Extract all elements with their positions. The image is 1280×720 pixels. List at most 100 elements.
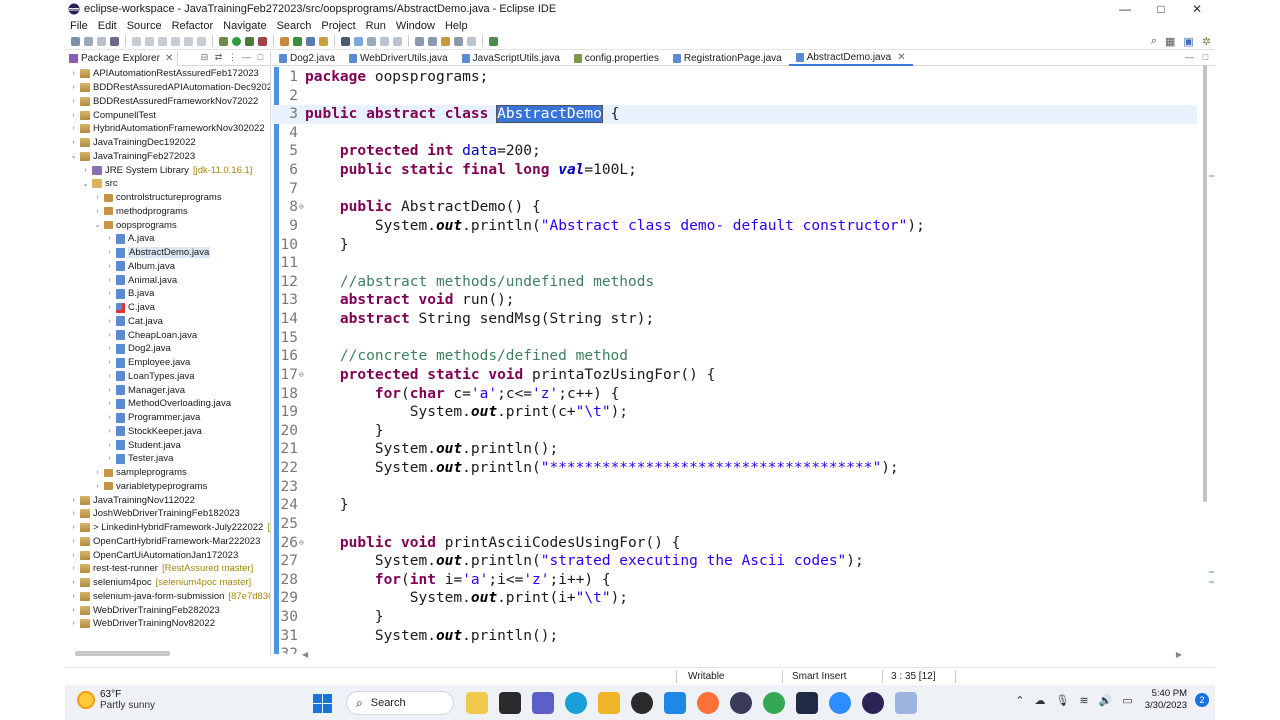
tree-item[interactable]: › BDDRestAssuredAPIAutomation-Dec92022: [69, 81, 270, 95]
tree-item[interactable]: › Dog2.java: [105, 342, 170, 356]
search-icon[interactable]: ⌕: [1151, 35, 1157, 48]
tree-item[interactable]: ⌄ oopsprograms: [93, 218, 177, 232]
tree-item[interactable]: › JavaTrainingNov112022: [69, 493, 195, 507]
tree-item[interactable]: › CompunellTest: [69, 108, 156, 122]
minimize-button[interactable]: —: [1107, 0, 1143, 18]
chevron-right-icon[interactable]: ›: [69, 98, 78, 105]
tree-item[interactable]: › HybridAutomationFrameworkNov302022: [69, 122, 264, 136]
status-cursor-position[interactable]: 3 : 35 [12]: [891, 671, 935, 682]
menu-help[interactable]: Help: [440, 20, 473, 32]
tree-item[interactable]: › selenium4poc [selenium4poc master]: [69, 576, 251, 590]
menu-project[interactable]: Project: [316, 20, 360, 32]
code-line[interactable]: 20 }: [272, 422, 1197, 441]
tree-item[interactable]: › JoshWebDriverTrainingFeb182023: [69, 507, 239, 521]
clock[interactable]: 5:40 PM 3/30/2023: [1145, 688, 1187, 712]
editor-tab[interactable]: WebDriverUtils.java: [342, 51, 455, 66]
terminal-icon[interactable]: [110, 36, 119, 46]
chevron-right-icon[interactable]: ›: [105, 277, 114, 284]
tree-item[interactable]: › WebDriverTrainingFeb282023: [69, 603, 219, 617]
chevron-right-icon[interactable]: ›: [69, 510, 78, 517]
weather-widget[interactable]: 63°F Partly sunny: [77, 689, 155, 711]
editor-tab[interactable]: RegistrationPage.java: [666, 51, 789, 66]
code-line[interactable]: 7: [272, 180, 1197, 199]
tree-item[interactable]: › A.java: [105, 232, 154, 246]
show-whitespace-icon[interactable]: [380, 36, 389, 46]
tree-item[interactable]: ⌄ JavaTrainingFeb272023: [69, 150, 196, 164]
maximize-button[interactable]: □: [1143, 0, 1179, 18]
pilcrow-icon[interactable]: [393, 36, 402, 46]
microphone-icon[interactable]: 🎙: [1055, 694, 1069, 707]
tab-package-explorer[interactable]: Package Explorer ✕: [65, 51, 179, 66]
menu-edit[interactable]: Edit: [93, 20, 122, 32]
scroll-right-icon[interactable]: ▶: [1176, 650, 1182, 659]
external-tools-icon[interactable]: [258, 36, 267, 46]
teams-chat-icon[interactable]: [532, 692, 554, 714]
menu-window[interactable]: Window: [391, 20, 440, 32]
code-line[interactable]: 21 System.out.println();: [272, 440, 1197, 459]
chevron-right-icon[interactable]: ›: [105, 332, 114, 339]
tree-item[interactable]: ⌄ src: [81, 177, 118, 191]
code-line[interactable]: 4: [272, 124, 1197, 143]
chevron-right-icon[interactable]: ›: [69, 607, 78, 614]
block-selection-icon[interactable]: [367, 36, 376, 46]
tree-item[interactable]: › AbstractDemo.java: [105, 246, 211, 260]
editor-tab[interactable]: config.properties: [567, 51, 666, 66]
tree-item[interactable]: › Tester.java: [105, 452, 173, 466]
tree-item[interactable]: › Employee.java: [105, 356, 190, 370]
chevron-right-icon[interactable]: ›: [105, 414, 114, 421]
editor-vertical-scrollbar[interactable]: [1203, 65, 1207, 502]
new-package-icon[interactable]: [293, 36, 302, 46]
chevron-right-icon[interactable]: ›: [69, 112, 78, 119]
tree-item[interactable]: › Manager.java: [105, 383, 185, 397]
open-type-icon[interactable]: [319, 36, 328, 46]
code-line[interactable]: 27 System.out.println("strated executing…: [272, 552, 1197, 571]
skip-breakpoints-icon[interactable]: [132, 36, 141, 46]
code-line[interactable]: 16 //concrete methods/defined method: [272, 347, 1197, 366]
code-line[interactable]: 10 }: [272, 236, 1197, 255]
maximize-view-icon[interactable]: □: [255, 52, 266, 63]
code-line[interactable]: 22 System.out.println("*****************…: [272, 459, 1197, 478]
vscode-icon[interactable]: [796, 692, 818, 714]
code-line[interactable]: 13 abstract void run();: [272, 291, 1197, 310]
prev-annotation-icon[interactable]: [428, 36, 437, 46]
toggle-mark-icon[interactable]: [354, 36, 363, 46]
code-line[interactable]: 2: [272, 87, 1197, 106]
cloud-icon[interactable]: ☁: [1034, 694, 1045, 707]
chevron-right-icon[interactable]: ›: [105, 235, 114, 242]
code-line[interactable]: 1 package oopsprograms;: [272, 68, 1197, 87]
new-class-icon[interactable]: [306, 36, 315, 46]
editor-horizontal-scrollbar[interactable]: ◀ ▶: [302, 650, 1182, 659]
scroll-left-icon[interactable]: ◀: [302, 650, 308, 659]
run-icon[interactable]: [232, 36, 241, 46]
back-icon[interactable]: [454, 36, 463, 46]
wifi-icon[interactable]: ≋: [1079, 694, 1088, 707]
tree-item[interactable]: › variabletypeprograms: [93, 480, 207, 494]
editor-tab[interactable]: Dog2.java: [272, 51, 342, 66]
chevron-right-icon[interactable]: ›: [69, 620, 78, 627]
tree-item[interactable]: › Animal.java: [105, 273, 177, 287]
pin-editor-icon[interactable]: [489, 36, 498, 46]
tree-item[interactable]: › selenium-java-form-submission[87e7d830-…: [69, 590, 270, 604]
chevron-right-icon[interactable]: ›: [105, 359, 114, 366]
file-explorer-icon[interactable]: [598, 692, 620, 714]
zoom-icon[interactable]: [829, 692, 851, 714]
tree-item[interactable]: › > LinkedinHybridFramework-July222022[Hy…: [69, 521, 270, 535]
widgets-icon[interactable]: [466, 692, 488, 714]
chevron-right-icon[interactable]: ›: [69, 70, 78, 77]
maximize-view-icon[interactable]: □: [1200, 52, 1211, 63]
close-icon[interactable]: ✕: [897, 52, 905, 63]
tree-item[interactable]: › JavaTrainingDec192022: [69, 136, 195, 150]
code-line[interactable]: 15: [272, 329, 1197, 348]
fold-toggle-icon[interactable]: ⊖: [299, 203, 304, 211]
chevron-right-icon[interactable]: ›: [69, 125, 78, 132]
java-perspective-icon[interactable]: ▣: [1183, 35, 1193, 48]
new-icon[interactable]: [71, 36, 80, 46]
terminate-icon[interactable]: [171, 36, 180, 46]
tree-item[interactable]: › C.java: [105, 301, 155, 315]
step-over-icon[interactable]: [197, 36, 206, 46]
code-line[interactable]: 23: [272, 478, 1197, 497]
tree-item[interactable]: › LoanTypes.java: [105, 370, 194, 384]
code-line[interactable]: 24 }: [272, 496, 1197, 515]
code-line[interactable]: 14 abstract String sendMsg(String str);: [272, 310, 1197, 329]
edge-icon[interactable]: [565, 692, 587, 714]
